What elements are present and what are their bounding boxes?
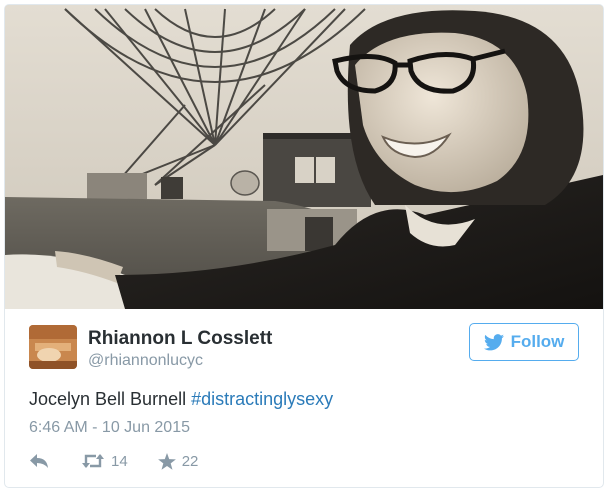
favorite-button[interactable]: 22 [157, 452, 199, 470]
reply-icon [29, 453, 49, 469]
author-name[interactable]: Rhiannon L Cosslett [88, 328, 272, 350]
star-icon [157, 452, 176, 470]
retweet-icon [81, 453, 105, 469]
hashtag-link[interactable]: #distractinglysexy [191, 389, 333, 409]
tweet-timestamp[interactable]: 6:46 AM - 10 Jun 2015 [29, 419, 190, 437]
tweet-photo[interactable] [5, 5, 603, 309]
tweet-text-plain: Jocelyn Bell Burnell [29, 389, 192, 409]
reply-button[interactable] [29, 453, 49, 469]
favorite-count: 22 [181, 452, 199, 470]
retweet-count: 14 [111, 452, 128, 470]
avatar[interactable] [29, 325, 77, 369]
author-handle[interactable]: @rhiannonlucyc [88, 352, 203, 370]
follow-button-label: Follow [510, 332, 565, 351]
twitter-bird-icon [483, 333, 504, 351]
follow-button[interactable]: Follow [469, 323, 579, 361]
tweet-actions: 14 22 [29, 451, 198, 471]
tweet-card: Rhiannon L Cosslett @rhiannonlucyc Follo… [4, 4, 604, 488]
retweet-button[interactable]: 14 [81, 453, 128, 470]
tweet-text: Jocelyn Bell Burnell #distractinglysexy [29, 389, 333, 410]
